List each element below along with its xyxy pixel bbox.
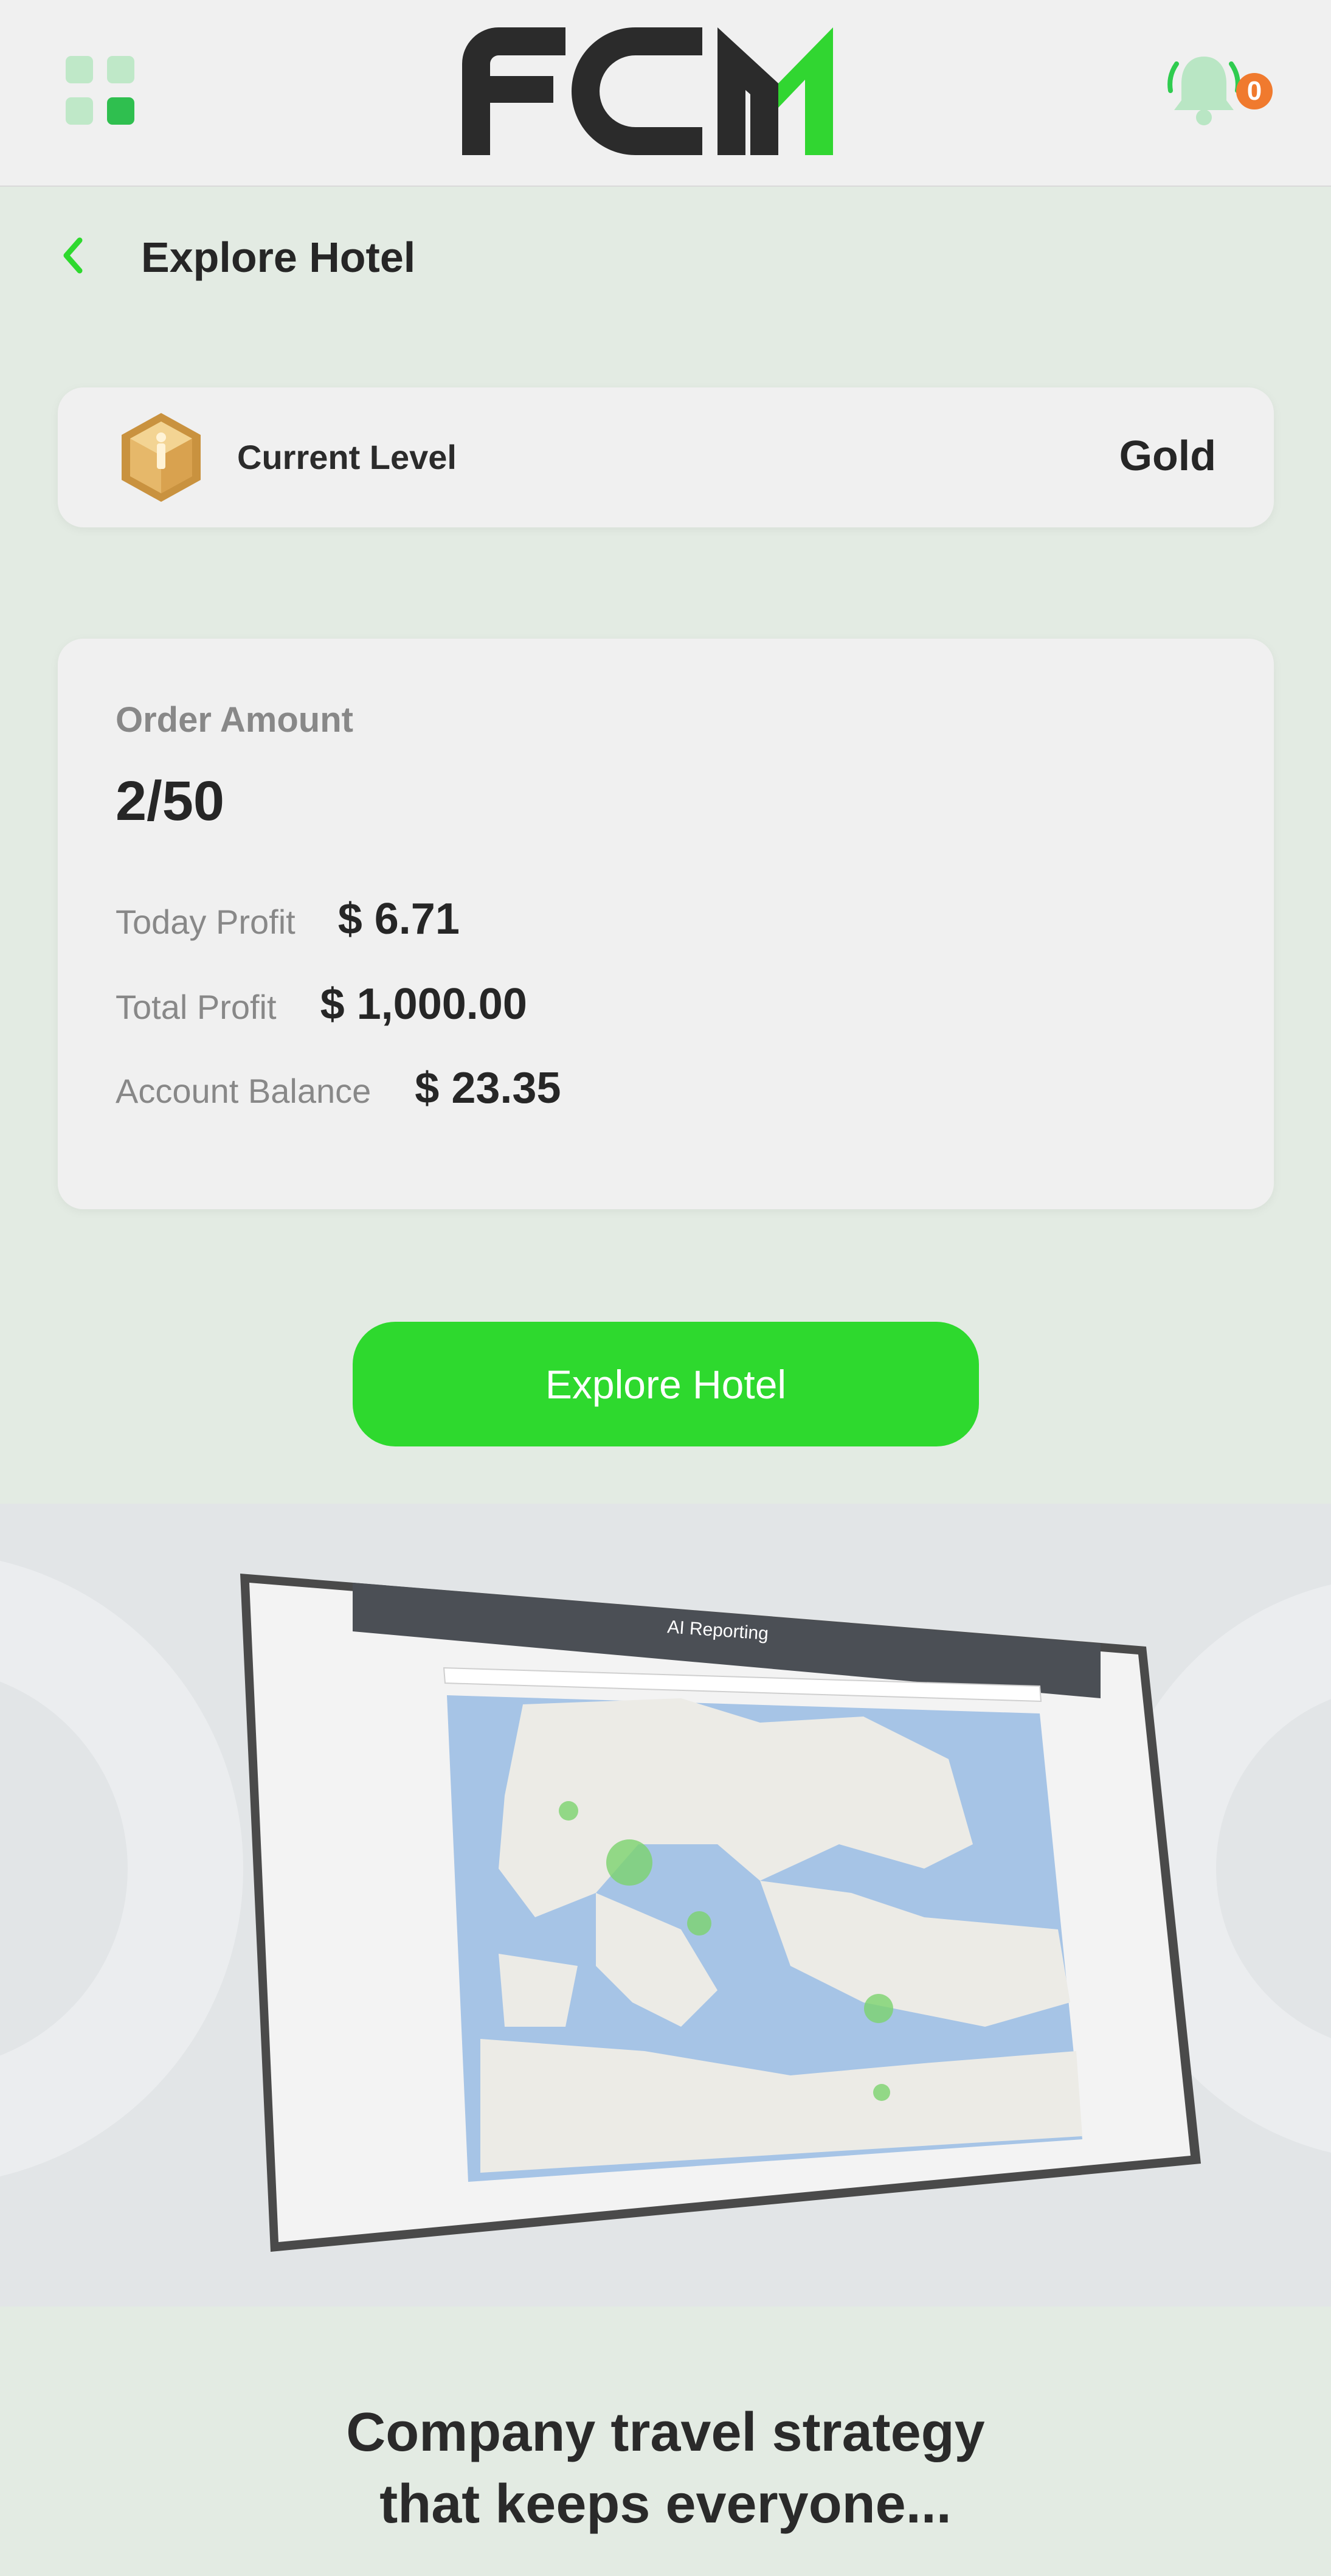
today-profit-value: $ 6.71 <box>337 895 460 943</box>
grid-menu-icon[interactable] <box>66 56 136 126</box>
current-level-value: Gold <box>1119 432 1216 479</box>
account-balance-row: Account Balance $ 23.35 <box>116 1063 561 1113</box>
total-profit-value: $ 1,000.00 <box>320 980 527 1029</box>
page-title: Explore Hotel <box>141 234 416 281</box>
order-amount-label: Order Amount <box>116 700 353 740</box>
today-profit-label: Today Profit <box>116 903 296 941</box>
notifications[interactable]: 0 <box>1164 52 1280 131</box>
notification-count-badge: 0 <box>1236 73 1273 109</box>
promo-banner-image: AI Reporting <box>0 1504 1331 2307</box>
today-profit-row: Today Profit $ 6.71 <box>116 894 460 944</box>
account-balance-value: $ 23.35 <box>415 1064 561 1113</box>
total-profit-row: Total Profit $ 1,000.00 <box>116 979 527 1029</box>
order-stats-card: Order Amount 2/50 Today Profit $ 6.71 To… <box>58 639 1274 1209</box>
promo-headline: Company travel strategy that keeps every… <box>0 2397 1331 2540</box>
account-balance-label: Account Balance <box>116 1072 372 1110</box>
gold-medal-icon <box>122 413 201 502</box>
current-level-label: Current Level <box>237 438 457 476</box>
explore-hotel-button[interactable]: Explore Hotel <box>353 1322 979 1446</box>
tablet-illustration: AI Reporting <box>0 1561 1331 2252</box>
total-profit-label: Total Profit <box>116 988 277 1026</box>
current-level-card: Current Level Gold <box>58 387 1274 527</box>
back-chevron-icon[interactable] <box>58 234 88 277</box>
promo-headline-line2: that keeps everyone... <box>379 2474 952 2535</box>
app-header: 0 <box>0 0 1331 187</box>
promo-headline-line1: Company travel strategy <box>346 2402 985 2463</box>
order-amount-value: 2/50 <box>116 770 225 832</box>
bell-icon <box>1167 57 1240 125</box>
fcm-logo <box>462 27 833 155</box>
